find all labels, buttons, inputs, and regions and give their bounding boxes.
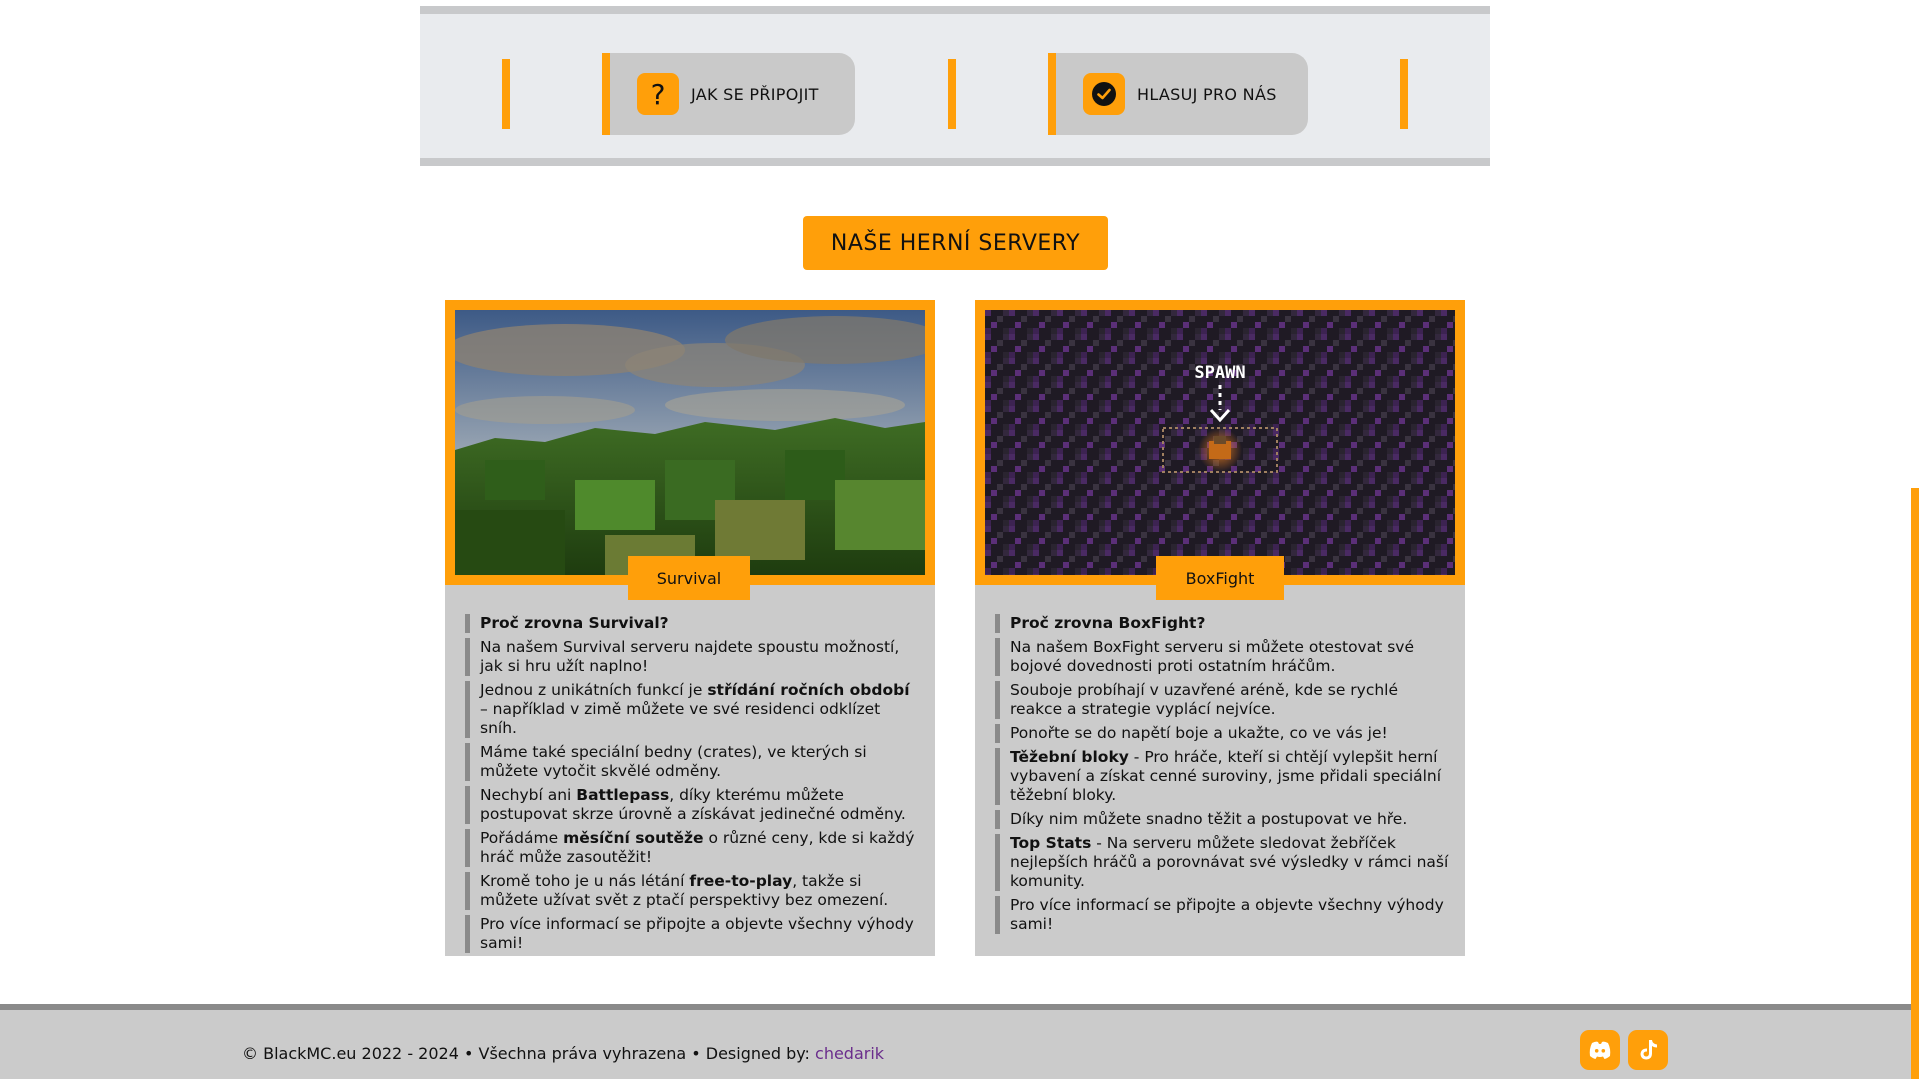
list-item: Souboje probíhají v uzavřené aréně, kde … bbox=[995, 681, 1450, 719]
discord-icon bbox=[1589, 1041, 1611, 1059]
spawn-label: SPAWN bbox=[1194, 363, 1245, 383]
discord-button[interactable] bbox=[1580, 1030, 1620, 1070]
list-item: Jednou z unikátních funkcí je střídání r… bbox=[465, 681, 920, 738]
server-card-boxfight: SPAWN BoxFight Proč zrovna BoxFight? Na … bbox=[975, 300, 1465, 956]
section-title: NAŠE HERNÍ SERVERY bbox=[803, 216, 1108, 270]
top-nav-panel: ? JAK SE PŘIPOJIT HLASUJ PRO NÁS bbox=[420, 6, 1490, 166]
designer-link[interactable]: chedarik bbox=[815, 1044, 884, 1063]
nav-separator bbox=[502, 59, 510, 129]
nav-separator bbox=[1400, 59, 1408, 129]
how-to-connect-label: JAK SE PŘIPOJIT bbox=[691, 84, 819, 104]
list-item: Na našem Survival serveru najdete spoust… bbox=[465, 638, 920, 676]
check-badge-icon bbox=[1083, 73, 1125, 115]
list-item: Pořádáme měsíční soutěže o různé ceny, k… bbox=[465, 829, 920, 867]
svg-text:?: ? bbox=[651, 79, 666, 109]
copyright-text: © BlackMC.eu 2022 - 2024 • Všechna práva… bbox=[242, 1044, 885, 1063]
vote-button[interactable]: HLASUJ PRO NÁS bbox=[1048, 53, 1308, 135]
server-name-badge: Survival bbox=[628, 556, 750, 600]
server-name-badge: BoxFight bbox=[1156, 556, 1284, 600]
list-item: Top Stats - Na serveru můžete sledovat ž… bbox=[995, 834, 1450, 891]
nav-separator bbox=[948, 59, 956, 129]
list-item: Proč zrovna Survival? bbox=[465, 614, 920, 633]
list-item: Těžební bloky - Pro hráče, kteří si chtě… bbox=[995, 748, 1450, 805]
list-item: Na našem BoxFight serveru si můžete otes… bbox=[995, 638, 1450, 676]
server-image-frame bbox=[445, 300, 935, 585]
list-item: Proč zrovna BoxFight? bbox=[995, 614, 1450, 633]
survival-screenshot-image bbox=[455, 310, 925, 575]
list-item: Pro více informací se připojte a objevte… bbox=[465, 915, 920, 953]
list-item: Kromě toho je u nás létání free-to-play,… bbox=[465, 872, 920, 910]
list-item: Máme také speciální bedny (crates), ve k… bbox=[465, 743, 920, 781]
list-item: Ponořte se do napětí boje a ukažte, co v… bbox=[995, 724, 1450, 743]
boxfight-screenshot-image: SPAWN bbox=[985, 310, 1455, 575]
tiktok-button[interactable] bbox=[1628, 1030, 1668, 1070]
list-item: Pro více informací se připojte a objevte… bbox=[995, 896, 1450, 934]
tiktok-icon bbox=[1640, 1040, 1657, 1060]
server-feature-list: Proč zrovna Survival? Na našem Survival … bbox=[465, 614, 920, 958]
list-item: Nechybí ani Battlepass, díky kterému můž… bbox=[465, 786, 920, 824]
server-image-frame: SPAWN bbox=[975, 300, 1465, 585]
server-card-survival: Survival Proč zrovna Survival? Na našem … bbox=[445, 300, 935, 956]
footer: © BlackMC.eu 2022 - 2024 • Všechna práva… bbox=[0, 1004, 1911, 1079]
list-item: Díky nim můžete snadno těžit a postupova… bbox=[995, 810, 1450, 829]
question-icon: ? bbox=[637, 73, 679, 115]
vote-label: HLASUJ PRO NÁS bbox=[1137, 84, 1277, 104]
scroll-indicator bbox=[1911, 488, 1919, 1079]
server-feature-list: Proč zrovna BoxFight? Na našem BoxFight … bbox=[995, 614, 1450, 939]
how-to-connect-button[interactable]: ? JAK SE PŘIPOJIT bbox=[602, 53, 855, 135]
